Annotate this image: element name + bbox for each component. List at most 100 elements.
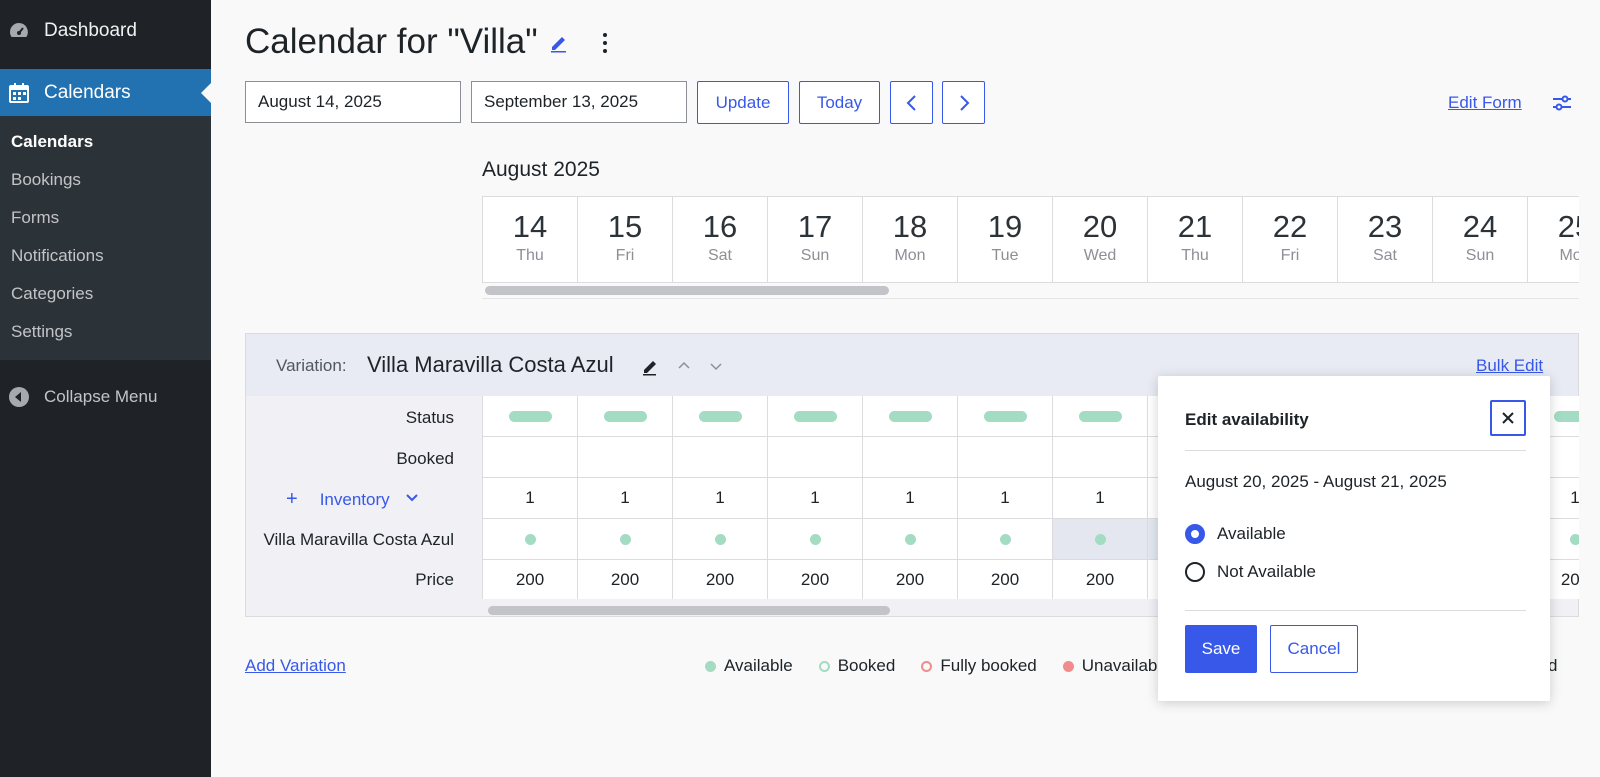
chevron-down-icon[interactable] (708, 358, 724, 374)
inventory-cell[interactable]: 1 (673, 478, 767, 519)
day-header-cell[interactable]: 17 Sun (767, 197, 862, 282)
inventory-cell[interactable]: 1 (958, 478, 1052, 519)
update-button[interactable]: Update (697, 81, 789, 124)
submenu-item-forms[interactable]: Forms (11, 208, 59, 228)
inventory-cell[interactable]: 1 (1053, 478, 1147, 519)
day-header-cell[interactable]: 15 Fri (577, 197, 672, 282)
legend-unavailable: Unavailable (1062, 656, 1171, 676)
sidebar-submenu: Calendars Bookings Forms Notifications C… (0, 116, 211, 360)
day-header-cell[interactable]: 22 Fri (1242, 197, 1337, 282)
submenu-item-calendars[interactable]: Calendars (11, 132, 93, 152)
unit-availability-cell[interactable] (673, 519, 767, 560)
grid-scrollbar-thumb[interactable] (488, 606, 890, 615)
save-button[interactable]: Save (1185, 625, 1257, 673)
price-cell[interactable]: 200 (1053, 560, 1147, 599)
day-number: 14 (512, 209, 548, 244)
radio-not-available[interactable]: Not Available (1185, 562, 1316, 582)
day-header-cell[interactable]: 21 Thu (1147, 197, 1242, 282)
plus-icon[interactable]: + (286, 488, 298, 511)
add-variation-link[interactable]: Add Variation (245, 656, 346, 676)
day-header-cell[interactable]: 19 Tue (957, 197, 1052, 282)
day-header-cell[interactable]: 25 Mon (1527, 197, 1579, 282)
day-number: 21 (1177, 209, 1213, 244)
edit-form-link[interactable]: Edit Form (1448, 93, 1522, 113)
sidebar-item-label: Dashboard (44, 20, 137, 41)
day-number: 25 (1557, 209, 1579, 244)
end-date-input[interactable]: September 13, 2025 (471, 81, 687, 123)
booked-cell[interactable] (483, 437, 577, 478)
sidebar-item-dashboard[interactable]: Dashboard (0, 12, 211, 50)
day-header-cell[interactable]: 16 Sat (672, 197, 767, 282)
status-cell[interactable] (958, 396, 1052, 437)
price-cell[interactable]: 200 (673, 560, 767, 599)
day-header-scrollbar[interactable] (482, 284, 1579, 299)
legend-label: Booked (837, 656, 896, 675)
sliders-icon[interactable] (1551, 92, 1573, 114)
inventory-cell[interactable]: 1 (768, 478, 862, 519)
booked-cell[interactable] (673, 437, 767, 478)
submenu-item-bookings[interactable]: Bookings (11, 170, 81, 190)
price-cell[interactable]: 200 (768, 560, 862, 599)
day-name: Sun (1465, 247, 1495, 264)
booked-cell[interactable] (578, 437, 672, 478)
bulk-edit-link[interactable]: Bulk Edit (1476, 356, 1543, 376)
cancel-button[interactable]: Cancel (1270, 625, 1358, 673)
status-cell[interactable] (483, 396, 577, 437)
month-label: August 2025 (482, 158, 600, 181)
unit-availability-cell[interactable] (768, 519, 862, 560)
pencil-icon[interactable] (641, 356, 661, 376)
admin-sidebar: Dashboard Calendars Calendars Bookings F… (0, 0, 211, 777)
unit-availability-cell[interactable] (578, 519, 672, 560)
next-button[interactable] (942, 81, 985, 124)
day-header-cell[interactable]: 18 Mon (862, 197, 957, 282)
status-cell[interactable] (1053, 396, 1147, 437)
day-header-cell[interactable]: 24 Sun (1432, 197, 1527, 282)
booked-cell[interactable] (863, 437, 957, 478)
radio-button[interactable] (1185, 524, 1205, 544)
status-cell[interactable] (863, 396, 957, 437)
collapse-menu-button[interactable]: Collapse Menu (0, 378, 211, 416)
previous-button[interactable] (890, 81, 933, 124)
status-pill (698, 410, 742, 422)
price-cell[interactable]: 200 (958, 560, 1052, 599)
day-column: 1 200 (767, 396, 862, 599)
booked-cell[interactable] (768, 437, 862, 478)
sidebar-item-calendars[interactable]: Calendars (0, 69, 211, 116)
unit-availability-cell[interactable] (958, 519, 1052, 560)
booked-cell[interactable] (1053, 437, 1147, 478)
today-button[interactable]: Today (799, 81, 880, 124)
submenu-item-settings[interactable]: Settings (11, 322, 72, 342)
more-options-icon[interactable] (596, 29, 614, 57)
status-cell[interactable] (768, 396, 862, 437)
available-dot-icon (619, 533, 631, 545)
chevron-up-icon[interactable] (676, 358, 692, 374)
scrollbar-thumb[interactable] (485, 286, 889, 295)
unit-availability-cell[interactable] (863, 519, 957, 560)
radio-button[interactable] (1185, 562, 1205, 582)
price-cell[interactable]: 200 (483, 560, 577, 599)
inventory-cell[interactable]: 1 (483, 478, 577, 519)
price-cell[interactable]: 200 (863, 560, 957, 599)
legend-label: Available (724, 656, 793, 675)
day-header-cell[interactable]: 23 Sat (1337, 197, 1432, 282)
day-number: 17 (797, 209, 833, 244)
start-date-input[interactable]: August 14, 2025 (245, 81, 461, 123)
day-header-cell[interactable]: 14 Thu (482, 197, 577, 282)
inventory-cell[interactable]: 1 (863, 478, 957, 519)
inventory-toggle[interactable]: + Inventory (286, 488, 420, 511)
submenu-item-categories[interactable]: Categories (11, 284, 93, 304)
unit-availability-cell[interactable] (1053, 519, 1147, 560)
unit-availability-cell[interactable] (483, 519, 577, 560)
pencil-icon[interactable] (548, 31, 570, 53)
inventory-cell[interactable]: 1 (578, 478, 672, 519)
collapse-menu-label: Collapse Menu (44, 387, 158, 406)
radio-available[interactable]: Available (1185, 524, 1286, 544)
day-header-cell[interactable]: 20 Wed (1052, 197, 1147, 282)
day-name: Thu (1181, 247, 1209, 264)
submenu-item-notifications[interactable]: Notifications (11, 246, 104, 266)
price-cell[interactable]: 200 (578, 560, 672, 599)
booked-cell[interactable] (958, 437, 1052, 478)
status-cell[interactable] (673, 396, 767, 437)
close-button[interactable] (1490, 400, 1526, 436)
status-cell[interactable] (578, 396, 672, 437)
